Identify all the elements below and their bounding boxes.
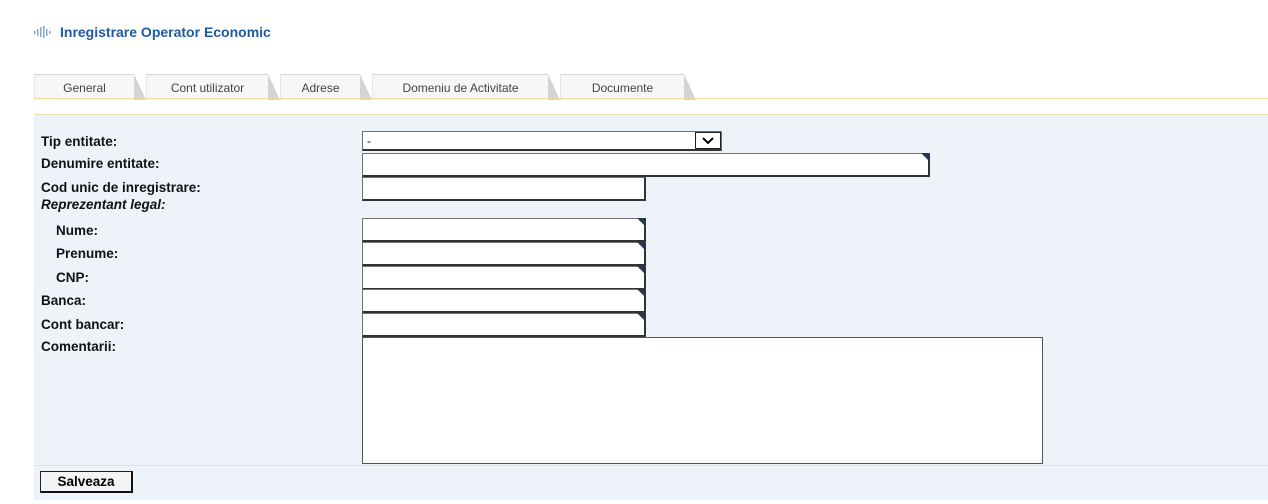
- form-panel: Tip entitate: - Denumire entitate: Cod u…: [34, 114, 1268, 500]
- tab-label: General: [63, 80, 106, 95]
- tab-label: Adrese: [301, 80, 340, 95]
- tab-general[interactable]: General: [34, 74, 146, 100]
- cont-bancar-label: Cont bancar:: [41, 317, 125, 332]
- page-header: Inregistrare Operator Economic: [34, 22, 271, 42]
- cod-unic-label: Cod unic de inregistrare:: [41, 180, 201, 195]
- tip-entitate-label: Tip entitate:: [41, 134, 118, 149]
- required-marker: [637, 313, 645, 321]
- tab-adrese[interactable]: Adrese: [280, 74, 372, 100]
- denumire-entitate-label: Denumire entitate:: [41, 156, 160, 171]
- nume-label: Nume:: [56, 223, 99, 238]
- tab-bar: General Cont utilizator Adrese Domeniu d…: [34, 70, 1268, 100]
- page-title: Inregistrare Operator Economic: [60, 24, 271, 40]
- required-marker: [637, 289, 645, 297]
- tab-documente[interactable]: Documente: [560, 74, 696, 100]
- reprezentant-legal-heading: Reprezentant legal:: [41, 197, 166, 212]
- cnp-label: CNP:: [56, 270, 89, 285]
- tab-label: Domeniu de Activitate: [402, 80, 519, 95]
- nume-field[interactable]: [362, 218, 646, 242]
- required-marker: [637, 242, 645, 250]
- tab-domeniu-de-activitate[interactable]: Domeniu de Activitate: [372, 74, 560, 100]
- banca-field[interactable]: [362, 289, 646, 313]
- cod-unic-field[interactable]: [362, 177, 646, 201]
- save-button[interactable]: Salveaza: [40, 471, 133, 493]
- comentarii-label: Comentarii:: [41, 339, 117, 354]
- equalizer-icon: [34, 26, 51, 38]
- required-marker: [637, 266, 645, 274]
- action-bar-divider: [34, 465, 1268, 466]
- comentarii-textarea[interactable]: [362, 337, 1043, 464]
- cont-bancar-field[interactable]: [362, 313, 646, 337]
- banca-label: Banca:: [41, 293, 87, 308]
- tip-entitate-select[interactable]: -: [362, 131, 722, 151]
- chevron-down-icon[interactable]: [695, 132, 721, 149]
- tab-label: Documente: [591, 80, 654, 95]
- prenume-label: Prenume:: [56, 246, 119, 261]
- tab-cont-utilizator[interactable]: Cont utilizator: [146, 74, 280, 100]
- cnp-field[interactable]: [362, 266, 646, 290]
- tab-label: Cont utilizator: [170, 80, 245, 95]
- required-marker: [637, 218, 645, 226]
- required-marker: [921, 153, 929, 161]
- prenume-field[interactable]: [362, 242, 646, 266]
- denumire-entitate-field[interactable]: [362, 153, 930, 177]
- tip-entitate-value: -: [367, 134, 371, 148]
- tab-divider: [34, 98, 1268, 99]
